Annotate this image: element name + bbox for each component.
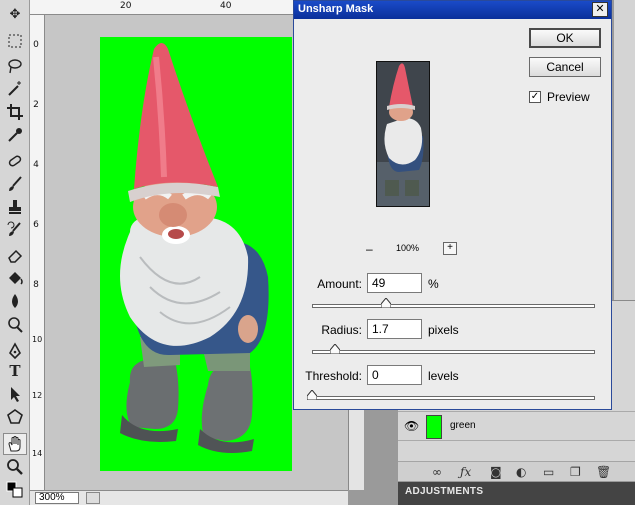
- amount-slider-track: [312, 304, 595, 308]
- color-swatches-icon[interactable]: [3, 480, 27, 500]
- zoom-out-button[interactable]: –: [366, 242, 373, 256]
- status-bar: 300%: [30, 490, 348, 505]
- brush-tool-icon[interactable]: [3, 173, 27, 195]
- gnome-figure: [120, 43, 269, 453]
- clone-stamp-tool-icon[interactable]: [3, 196, 27, 218]
- threshold-slider[interactable]: [307, 390, 595, 402]
- blur-tool-icon[interactable]: [3, 290, 27, 312]
- radius-input[interactable]: [367, 319, 422, 339]
- marquee-tool-icon[interactable]: [3, 30, 27, 52]
- document-image[interactable]: [100, 37, 292, 471]
- preview-label: Preview: [547, 90, 590, 104]
- new-layer-icon[interactable]: ❐: [570, 465, 581, 479]
- fx-icon[interactable]: ƒx: [460, 465, 471, 479]
- dodge-tool-icon[interactable]: [3, 314, 27, 336]
- magic-wand-tool-icon[interactable]: [3, 78, 27, 100]
- ruler-label: 8: [33, 280, 39, 290]
- adjustment-layer-icon[interactable]: ◐: [516, 465, 526, 479]
- preview-zoom-level: 100%: [396, 243, 420, 253]
- amount-label: Amount:: [317, 277, 362, 291]
- mask-icon[interactable]: ◙: [490, 465, 502, 479]
- amount-slider-thumb[interactable]: [381, 298, 391, 308]
- move-tool-icon[interactable]: ✥: [3, 3, 27, 25]
- cancel-button[interactable]: Cancel: [529, 57, 601, 77]
- layer-name: green: [450, 420, 476, 431]
- unsharp-mask-dialog: Unsharp Mask ✕ OK Cancel ✓ Preview – 100…: [293, 0, 612, 410]
- threshold-unit: levels: [428, 369, 459, 383]
- zoom-level-field[interactable]: 300%: [35, 492, 79, 504]
- layer-row[interactable]: 👁 green: [398, 411, 635, 441]
- collapsed-panel-strip[interactable]: [613, 0, 635, 300]
- radius-slider-track: [312, 350, 595, 354]
- threshold-slider-track: [312, 396, 595, 400]
- eye-icon[interactable]: 👁: [404, 419, 419, 433]
- radius-slider-thumb[interactable]: [330, 344, 340, 354]
- ok-button[interactable]: OK: [529, 28, 601, 48]
- tools-panel: ✥ T: [0, 0, 30, 505]
- zoom-in-button[interactable]: +: [443, 242, 457, 255]
- filter-preview[interactable]: [376, 61, 430, 207]
- radius-unit: pixels: [428, 323, 459, 337]
- eyedropper-tool-icon[interactable]: [3, 124, 27, 146]
- crop-tool-icon[interactable]: [3, 101, 27, 123]
- ruler-label: 14: [32, 449, 43, 458]
- history-brush-tool-icon[interactable]: [3, 219, 27, 241]
- vertical-ruler: 0 2 4 6 8 10 12 14: [30, 15, 45, 490]
- ruler-label: 2: [33, 100, 39, 110]
- amount-input[interactable]: [367, 273, 422, 293]
- zoom-tool-icon[interactable]: [3, 456, 27, 478]
- amount-slider[interactable]: [312, 298, 595, 310]
- ruler-label: 12: [32, 391, 43, 400]
- ruler-label: 4: [33, 160, 39, 170]
- ruler-label: 10: [32, 335, 43, 344]
- eraser-tool-icon[interactable]: [3, 244, 27, 266]
- layers-footer: ∞ ƒx ◙ ◐ ▭ ❐ 🗑: [398, 461, 635, 481]
- shape-tool-icon[interactable]: [3, 406, 27, 428]
- type-tool-icon[interactable]: T: [3, 360, 27, 382]
- amount-unit: %: [428, 277, 439, 291]
- threshold-slider-thumb[interactable]: [307, 390, 317, 400]
- radius-label: Radius:: [321, 323, 362, 337]
- link-icon[interactable]: ∞: [432, 465, 442, 479]
- paint-bucket-tool-icon[interactable]: [3, 267, 27, 289]
- ruler-label: 20: [120, 1, 132, 11]
- threshold-input[interactable]: [367, 365, 422, 385]
- adjustments-tab[interactable]: ADJUSTMENTS: [398, 482, 635, 505]
- trash-icon[interactable]: 🗑: [596, 465, 611, 479]
- ruler-label: 0: [33, 40, 39, 50]
- path-selection-tool-icon[interactable]: [3, 383, 27, 405]
- status-menu-button[interactable]: [86, 492, 100, 504]
- preview-checkbox[interactable]: ✓: [529, 91, 541, 103]
- lasso-tool-icon[interactable]: [3, 55, 27, 77]
- ruler-label: 6: [33, 220, 39, 230]
- hand-tool-icon[interactable]: [3, 433, 27, 455]
- preview-thumbnail: [377, 62, 429, 206]
- ruler-label: 40: [220, 1, 232, 11]
- close-icon[interactable]: ✕: [592, 2, 608, 17]
- dialog-title: Unsharp Mask: [294, 1, 611, 19]
- layer-thumbnail: [426, 415, 442, 439]
- folder-icon[interactable]: ▭: [543, 465, 554, 479]
- healing-brush-tool-icon[interactable]: [3, 150, 27, 172]
- pen-tool-icon[interactable]: [3, 340, 27, 362]
- radius-slider[interactable]: [312, 344, 595, 356]
- threshold-label: Threshold:: [305, 369, 362, 383]
